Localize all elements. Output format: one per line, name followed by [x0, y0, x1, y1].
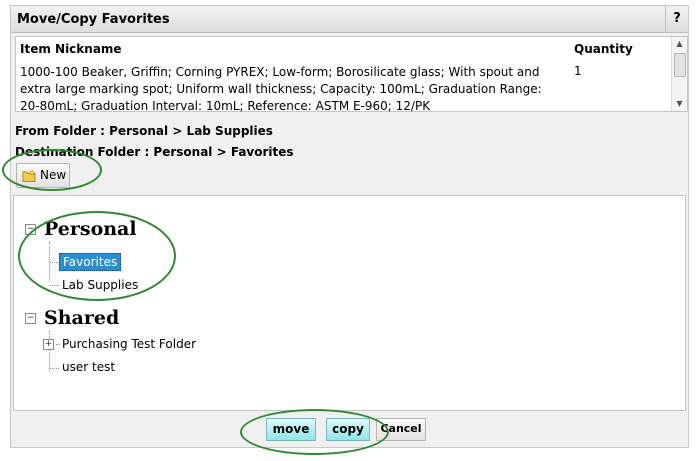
tree-node-user-test[interactable]: user test — [59, 359, 118, 375]
item-table-scrollbar[interactable]: ▲ ▼ — [671, 37, 687, 111]
column-header-item-nickname: Item Nickname — [20, 42, 122, 56]
move-copy-dialog: Move/Copy Favorites ? Item Nickname Quan… — [10, 5, 689, 448]
expand-purchasing-icon[interactable]: + — [43, 339, 54, 350]
item-description: 1000-100 Beaker, Griffin; Corning PYREX;… — [20, 65, 542, 113]
new-button-label: New — [40, 168, 67, 182]
tree-connector — [49, 331, 50, 371]
collapse-personal-icon[interactable]: − — [25, 224, 36, 235]
item-quantity: 1 — [574, 64, 582, 78]
scroll-down-icon[interactable]: ▼ — [672, 97, 687, 111]
move-button[interactable]: move — [266, 418, 316, 441]
from-folder-label: From Folder : Personal > Lab Supplies — [15, 124, 273, 138]
copy-button[interactable]: copy — [326, 418, 370, 441]
tree-node-lab-supplies[interactable]: Lab Supplies — [59, 277, 141, 293]
tree-node-favorites[interactable]: Favorites — [59, 253, 122, 271]
tree-connector — [50, 262, 59, 263]
tree-connector — [50, 368, 59, 369]
tree-connector — [50, 285, 59, 286]
dialog-titlebar: Move/Copy Favorites ? — [11, 6, 688, 33]
tree-node-purchasing-test-folder[interactable]: Purchasing Test Folder — [59, 336, 199, 352]
help-button[interactable]: ? — [665, 6, 688, 32]
tree-root-shared[interactable]: Shared — [44, 307, 119, 329]
destination-folder-label: Destination Folder : Personal > Favorite… — [15, 145, 294, 159]
dialog-title: Move/Copy Favorites — [17, 12, 170, 27]
collapse-shared-icon[interactable]: − — [25, 313, 36, 324]
tree-root-personal[interactable]: Personal — [44, 218, 137, 240]
scroll-up-icon[interactable]: ▲ — [672, 37, 687, 51]
new-folder-icon — [22, 169, 37, 182]
cancel-button[interactable]: Cancel — [376, 418, 426, 441]
folder-tree: − Personal Favorites Lab Supplies − Shar… — [13, 195, 686, 411]
new-folder-button[interactable]: New — [16, 163, 70, 188]
column-header-quantity: Quantity — [574, 42, 633, 56]
scroll-thumb[interactable] — [674, 53, 686, 77]
item-table: Item Nickname Quantity 1000-100 Beaker, … — [15, 36, 688, 113]
